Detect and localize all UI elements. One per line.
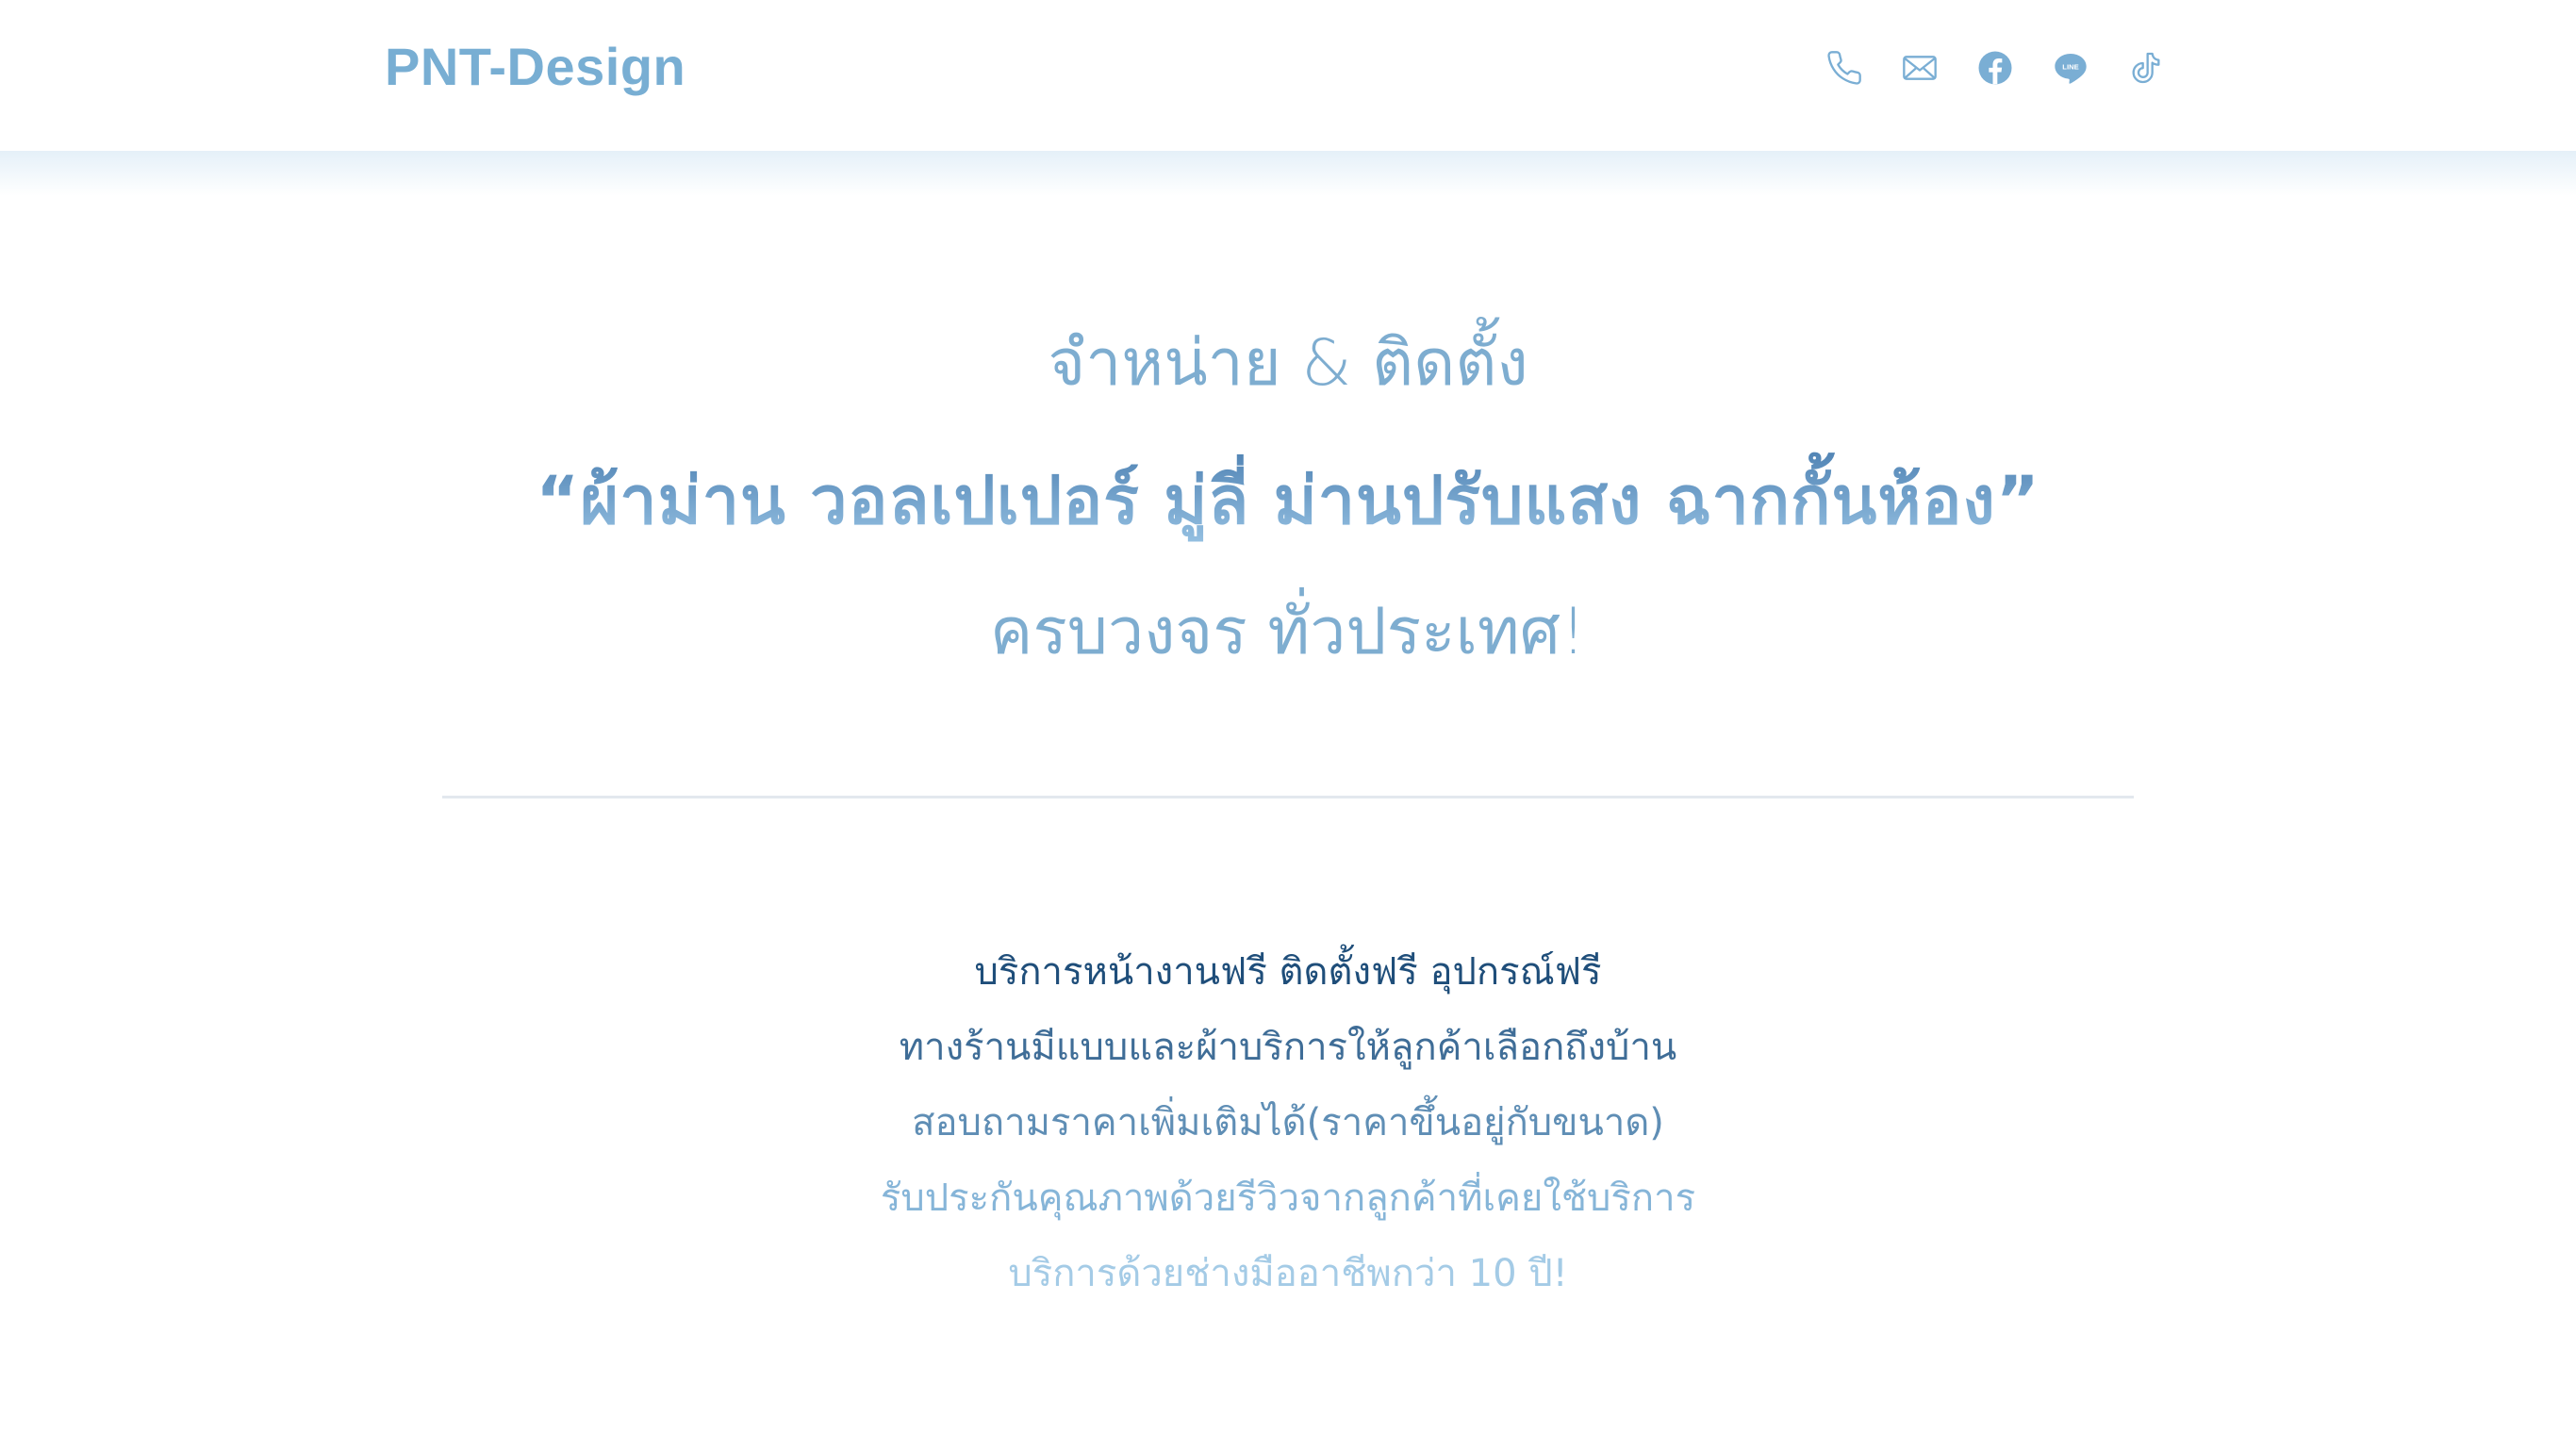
header-shadow — [0, 151, 2576, 196]
section-divider — [442, 796, 2134, 798]
social-links: LINE — [1825, 49, 2165, 87]
line-icon: LINE — [2055, 54, 2087, 84]
facebook-icon — [1978, 51, 2012, 85]
tiktok-link[interactable] — [2127, 49, 2165, 87]
site-header: PNT-Design LINE — [0, 0, 2576, 151]
email-link[interactable] — [1901, 49, 1939, 87]
hero-subtitle-top: จำหน่าย & ติดตั้ง — [1048, 326, 1528, 401]
mail-icon — [1903, 56, 1937, 80]
feature-line: บริการด้วยช่างมืออาชีพกว่า 10 ปี! — [1008, 1252, 1568, 1295]
line-link[interactable]: LINE — [2052, 49, 2089, 87]
feature-line: บริการหน้างานฟรี ติดตั้งฟรี อุปกรณ์ฟรี — [974, 950, 1602, 994]
feature-line: ทางร้านมีแบบและผ้าบริการให้ลูกค้าเลือกถึ… — [899, 1026, 1677, 1069]
hero-subtitle-bottom: ครบวงจร ทั่วประเทศ! — [989, 595, 1587, 669]
phone-icon — [1827, 51, 1861, 85]
svg-text:LINE: LINE — [2062, 63, 2078, 72]
page: PNT-Design LINE จำหน่าย & ติดตั้ง “ผ้าม่… — [0, 0, 2576, 1432]
facebook-link[interactable] — [1976, 49, 2014, 87]
phone-link[interactable] — [1825, 49, 1863, 87]
hero-title: “ผ้าม่าน วอลเปเปอร์ มู่ลี่ ม่านปรับแสง ฉ… — [0, 448, 2576, 552]
feature-line: สอบถามราคาเพิ่มเติมได้(ราคาขึ้นอยู่กับขน… — [912, 1101, 1664, 1144]
brand-logo-link[interactable]: PNT-Design — [385, 36, 685, 97]
tiktok-icon — [2132, 52, 2160, 84]
feature-line: รับประกันคุณภาพด้วยรีวิวจากลูกค้าที่เคยใ… — [880, 1177, 1696, 1220]
